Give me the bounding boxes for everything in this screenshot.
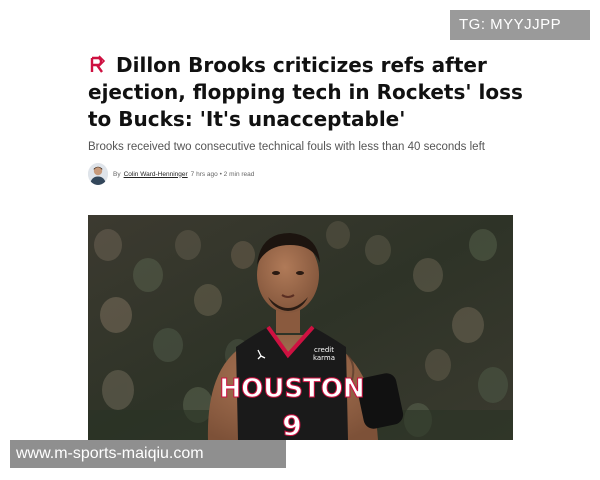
byline-prefix: By (113, 170, 121, 178)
byline: By Colin Ward-Henninger 7 hrs ago • 2 mi… (88, 162, 254, 186)
subheadline: Brooks received two consecutive technica… (88, 141, 485, 153)
article-photo[interactable]: HOUSTON 9 credit karma (88, 215, 513, 440)
jersey-number: 9 (282, 409, 301, 440)
watermark-bottom: www.m-sports-maiqiu.com (10, 440, 286, 468)
rockets-logo-icon (90, 55, 106, 73)
headline[interactable]: Dillon Brooks criticizes refs after ejec… (88, 52, 528, 133)
author-link[interactable]: Colin Ward-Henninger (124, 171, 188, 178)
watermark-top: TG: MYYJJPP (450, 10, 590, 40)
sponsor-line2: karma (313, 354, 335, 362)
headline-text: Dillon Brooks criticizes refs after ejec… (88, 53, 523, 131)
sponsor-line1: credit (314, 346, 334, 354)
byline-meta: 7 hrs ago • 2 min read (190, 170, 255, 178)
jersey-text: HOUSTON (219, 374, 364, 404)
author-avatar[interactable] (88, 163, 108, 185)
